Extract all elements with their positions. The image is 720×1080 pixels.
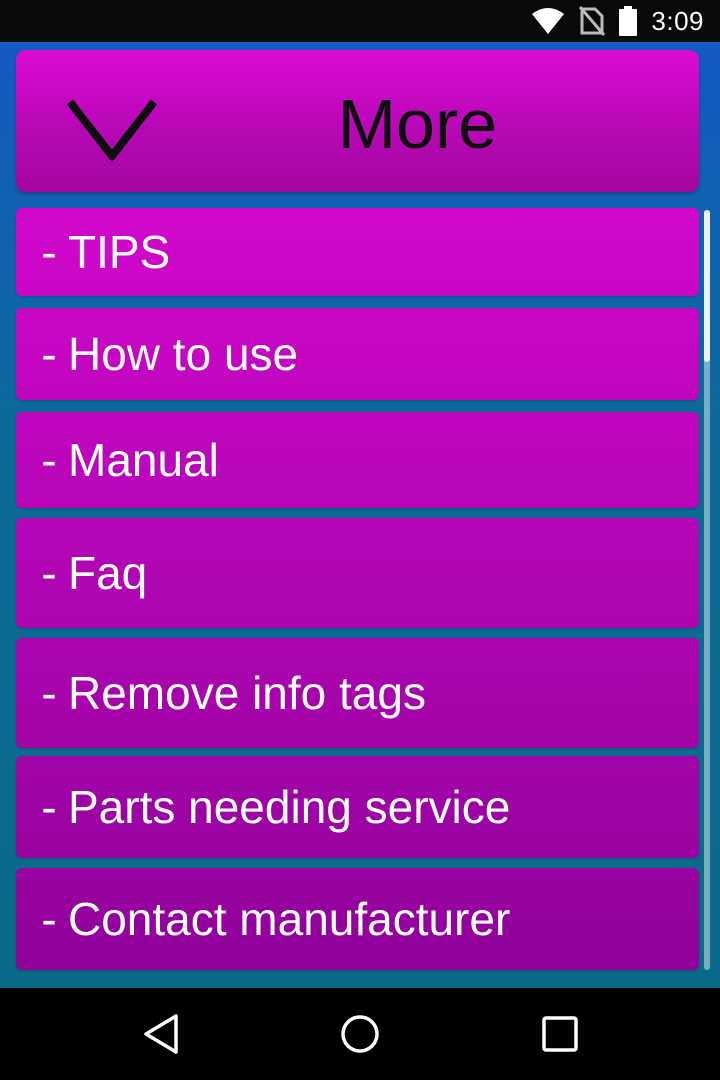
menu-item-label: How to use xyxy=(68,328,299,380)
menu-item-dash: - xyxy=(41,547,57,599)
menu-item-label: Faq xyxy=(68,547,148,599)
menu-item-label: Remove info tags xyxy=(68,667,426,719)
menu-item-faq[interactable]: - Faq xyxy=(16,518,699,628)
menu-item-label: Manual xyxy=(68,434,219,486)
menu-item-how-to-use[interactable]: - How to use xyxy=(16,308,699,400)
header-bar: More xyxy=(16,50,699,192)
status-bar: 3:09 xyxy=(0,0,720,42)
menu-item-dash: - xyxy=(41,226,57,278)
page-title: More xyxy=(337,85,498,163)
status-time: 3:09 xyxy=(651,5,704,36)
navigation-bar xyxy=(0,988,720,1080)
menu-item-contact-manufacturer[interactable]: - Contact manufacturer xyxy=(16,868,699,970)
menu-item-parts-needing-service[interactable]: - Parts needing service xyxy=(16,756,699,858)
menu-item-label: Contact manufacturer xyxy=(68,893,511,945)
menu-item-remove-info-tags[interactable]: - Remove info tags xyxy=(16,638,699,748)
home-icon[interactable] xyxy=(338,1012,382,1056)
recents-icon[interactable] xyxy=(538,1012,582,1056)
menu-item-label: TIPS xyxy=(68,226,171,278)
menu-item-dash: - xyxy=(41,328,57,380)
menu-item-dash: - xyxy=(41,667,57,719)
scrollbar[interactable] xyxy=(704,210,710,970)
menu-item-label: Parts needing service xyxy=(68,781,511,833)
back-icon[interactable] xyxy=(140,1012,184,1056)
scrollbar-thumb[interactable] xyxy=(704,210,710,362)
app-content: More - TIPS - How to use - Manual - Faq - Remove … xyxy=(0,42,720,988)
menu-item-dash: - xyxy=(41,893,57,945)
status-icons: 3:09 xyxy=(531,0,704,42)
menu-item-dash: - xyxy=(41,781,57,833)
battery-icon xyxy=(619,6,638,36)
menu-item-tips[interactable]: - TIPS xyxy=(16,208,699,296)
menu-item-dash: - xyxy=(41,434,57,486)
wifi-icon xyxy=(532,8,565,34)
chevron-down-icon[interactable] xyxy=(66,98,158,162)
no-sim-icon xyxy=(579,6,606,36)
menu-item-manual[interactable]: - Manual xyxy=(16,412,699,508)
